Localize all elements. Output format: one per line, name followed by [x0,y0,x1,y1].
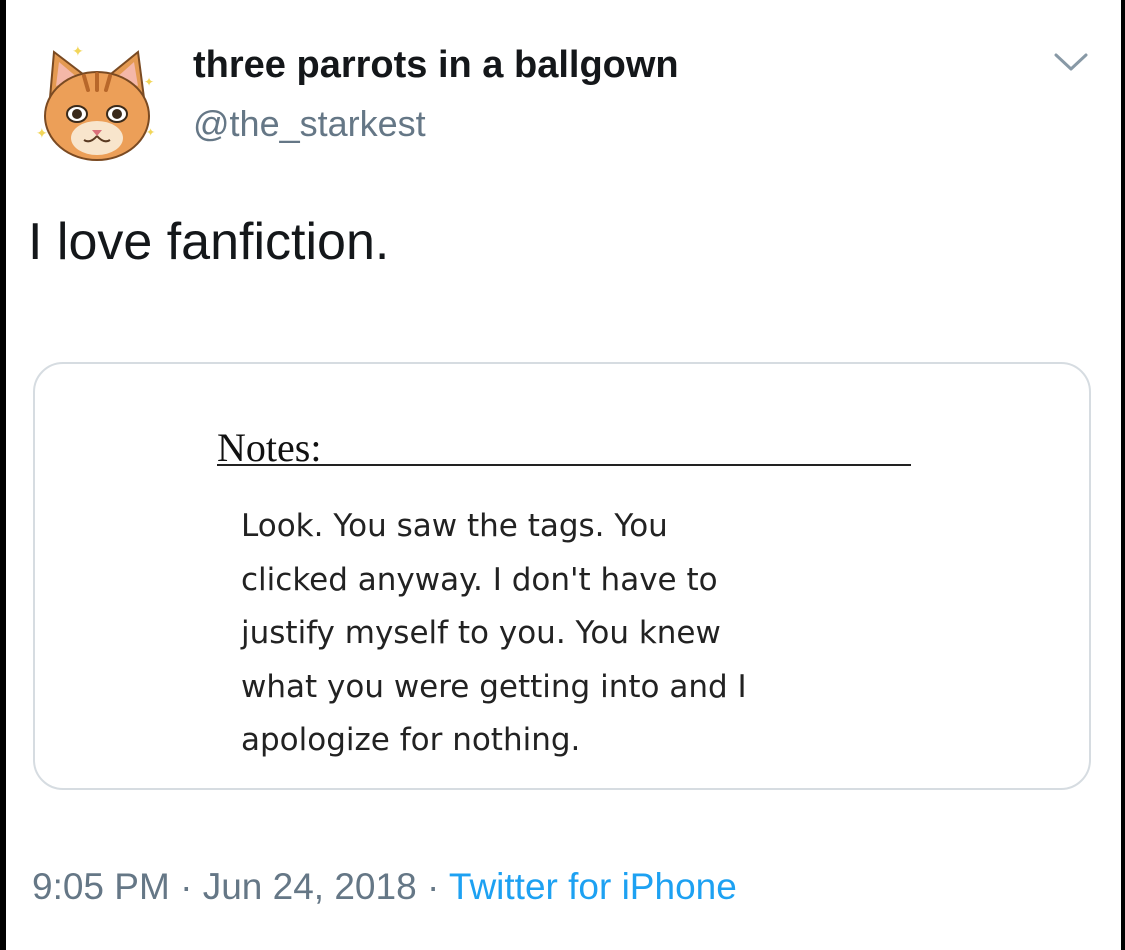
left-border [0,0,6,950]
tweet-text: I love fanfiction. [28,213,390,271]
chevron-down-icon[interactable] [1053,50,1089,74]
tweet: ✦ ✦ ✦ ✦ three parrots in a ballgown @the… [0,0,1125,950]
notes-line: what you were getting into and I [241,668,747,705]
notes-line: Look. You saw the tags. You [241,508,668,544]
svg-text:✦: ✦ [72,44,84,60]
footer-separator: · [426,866,440,907]
notes-body: Look. You saw the tags. You clicked anyw… [241,500,881,768]
tweet-date[interactable]: Jun 24, 2018 [203,866,417,907]
cat-avatar-icon[interactable]: ✦ ✦ ✦ ✦ [32,38,162,168]
notes-divider [217,464,911,466]
display-name[interactable]: three parrots in a ballgown [193,44,679,87]
notes-line: justify myself to you. You knew [241,615,721,651]
tweet-footer: 9:05 PM · Jun 24, 2018 · Twitter for iPh… [32,866,737,908]
right-border [1121,0,1125,950]
notes-line: clicked anyway. I don't have to [241,561,718,598]
footer-separator: · [180,866,193,907]
user-handle[interactable]: @the_starkest [193,103,426,145]
tweet-source-link[interactable]: Twitter for iPhone [449,866,737,907]
svg-text:✦: ✦ [144,75,154,89]
embedded-image[interactable]: Notes: Look. You saw the tags. You click… [33,362,1091,790]
tweet-time[interactable]: 9:05 PM [32,866,170,907]
notes-line: apologize for nothing. [241,722,581,758]
